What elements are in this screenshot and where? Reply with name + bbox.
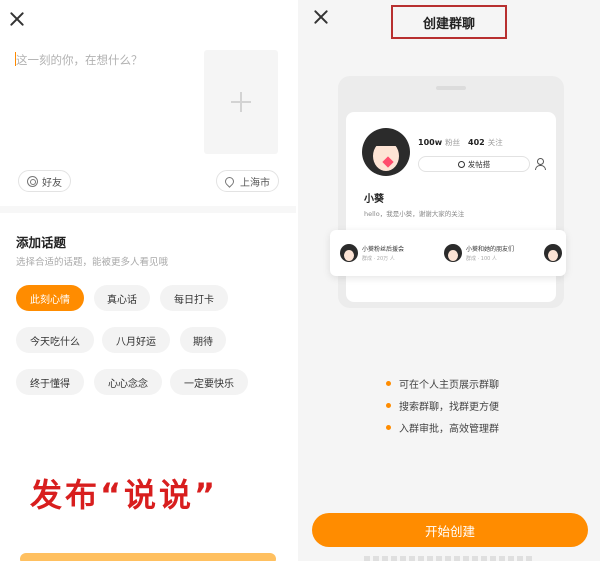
feature-list: 可在个人主页展示群聊 搜索群聊，找群更方便 入群审批，高效管理群 [386,372,499,438]
friends-visibility-button[interactable]: 好友 [18,170,71,192]
location-pin-icon [223,174,236,188]
bullet-icon [386,402,391,408]
topic-tag[interactable]: 一定要快乐 [170,369,248,395]
location-button[interactable]: 上海市 [216,170,279,192]
group-avatar [444,244,462,262]
avatar [362,128,410,176]
topic-tag[interactable]: 每日打卡 [160,285,228,311]
follow-stat: 402 关注 [468,138,503,147]
topic-tag[interactable]: 此刻心情 [16,285,84,311]
profile-username: 小葵 [364,194,384,205]
start-create-button[interactable]: 开始创建 [312,513,588,547]
topic-tag[interactable]: 心心念念 [94,369,162,395]
topic-tag[interactable]: 终于懂得 [16,369,84,395]
group-list-preview: 小葵粉丝后援会 群成 · 20万 人 小葵和她的朋友们 群成 · 100 人 [330,230,566,276]
bullet-icon [386,380,391,386]
add-image-button[interactable] [204,50,278,154]
bullet-icon [386,424,391,430]
footer-note-peek [364,556,534,561]
page-title: 创建群聊 [422,16,475,32]
section-divider [0,206,296,213]
post-text-input[interactable] [16,50,196,70]
friends-label: 好友 [42,177,62,189]
location-label: 上海市 [240,177,270,189]
post-icon [457,160,465,168]
feature-item: 可在个人主页展示群聊 [386,372,499,394]
feature-item: 搜索群聊，找群更方便 [386,394,499,416]
phone-notch [436,86,466,90]
post-button: 发帖搭 [418,156,530,172]
topic-tag[interactable]: 今天吃什么 [16,327,94,353]
topic-tag[interactable]: 八月好运 [102,327,170,353]
close-icon[interactable] [312,8,330,26]
title-highlight-box: 创建群聊 [391,5,507,39]
group-card [544,240,562,266]
topic-tag[interactable]: 真心话 [94,285,150,311]
caption-overlay: 发布“说说” [30,476,219,514]
group-avatar [340,244,358,262]
person-icon [534,158,546,170]
close-icon[interactable] [8,10,26,28]
friends-icon [27,175,38,187]
topics-hint: 选择合适的话题，能被更多人看见哦 [16,257,169,268]
feature-item: 入群审批，高效管理群 [386,416,499,438]
profile-bio: hello，我是小葵，谢谢大家的关注 [364,210,465,218]
topics-title: 添加话题 [16,235,67,250]
topic-tag[interactable]: 期待 [180,327,226,353]
group-card: 小葵和她的朋友们 群成 · 100 人 [444,240,514,266]
fans-stat: 100w 粉丝 [418,138,461,147]
publish-button-peek[interactable] [20,553,276,561]
group-card: 小葵粉丝后援会 群成 · 20万 人 [340,240,404,266]
group-avatar [544,244,562,262]
post-composer-panel: 好友 上海市 添加话题 选择合适的话题，能被更多人看见哦 此刻心情 真心话 每日… [0,0,296,561]
create-group-panel: 创建群聊 100w 粉丝 402 关注 发帖搭 小葵 hello，我是小葵，谢谢大家… [298,0,600,561]
